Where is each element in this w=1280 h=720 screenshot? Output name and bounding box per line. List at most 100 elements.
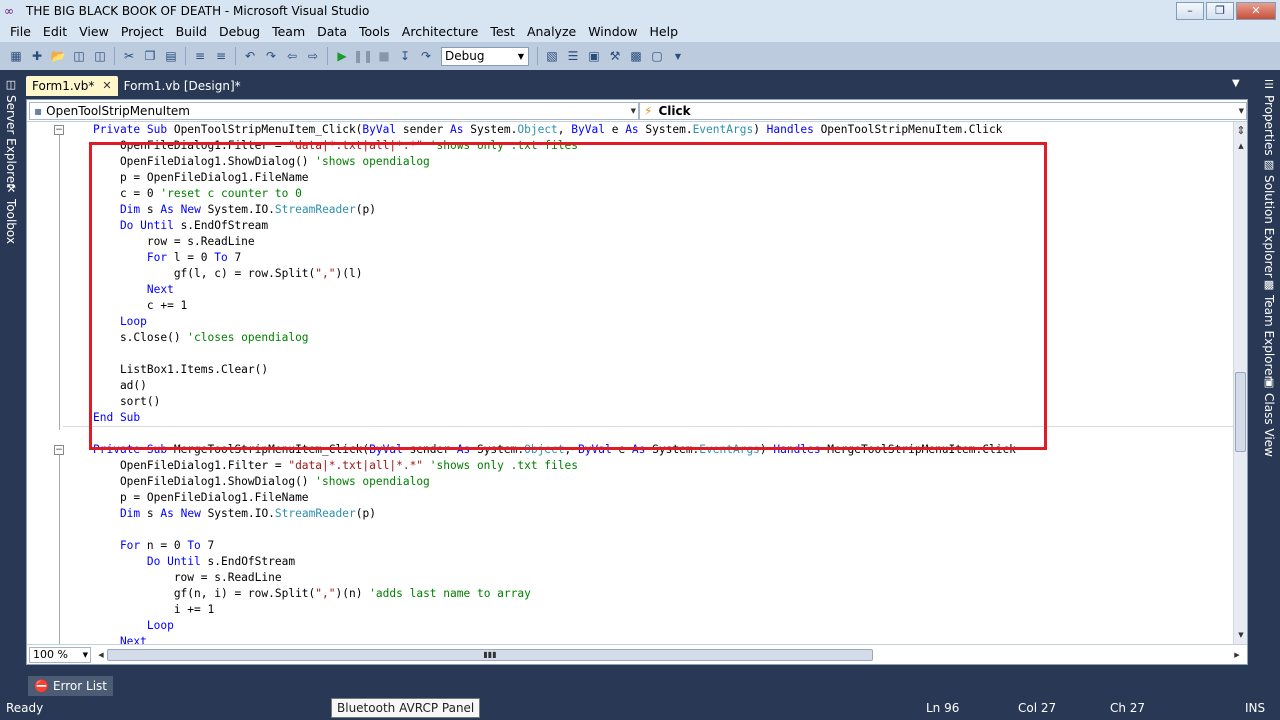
redo-icon[interactable]: ↷ — [261, 46, 281, 66]
menu-window[interactable]: Window — [582, 22, 643, 42]
horizontal-scrollbar[interactable]: ◀ ▮▮▮ ▶ — [95, 648, 1245, 662]
vertical-scrollbar[interactable]: ⇕ ▲ ▼ — [1233, 122, 1247, 644]
menu-architecture[interactable]: Architecture — [396, 22, 485, 42]
menu-data[interactable]: Data — [311, 22, 353, 42]
scroll-thumb[interactable]: ▮▮▮ — [107, 649, 873, 661]
menu-team[interactable]: Team — [266, 22, 311, 42]
toolbox-icon[interactable]: ⚒ — [605, 46, 625, 66]
step-into-icon[interactable]: ↧ — [395, 46, 415, 66]
pause-icon[interactable]: ❚❚ — [353, 46, 373, 66]
code-token: , — [557, 123, 572, 136]
configuration-value: Debug — [445, 48, 485, 63]
solution-explorer-icon[interactable]: ▧ — [542, 46, 562, 66]
title-bar: ∞ THE BIG BLACK BOOK OF DEATH - Microsof… — [0, 0, 1280, 22]
object-dropdown[interactable]: ▪ OpenToolStripMenuItem ▼ — [29, 102, 639, 120]
error-list-icon: ⛔ — [34, 679, 49, 693]
server-explorer-tab[interactable]: ◫ Server Explorer — [2, 78, 20, 188]
menu-tools[interactable]: Tools — [353, 22, 396, 42]
scroll-right-icon[interactable]: ▶ — [1231, 648, 1243, 662]
error-list-tab[interactable]: ⛔ Error List — [28, 676, 113, 696]
code-token: 'shows opendialog — [315, 475, 430, 488]
configuration-select[interactable]: Debug ▼ — [441, 46, 529, 66]
toolbox-tab[interactable]: ⚒ Toolbox — [2, 182, 20, 244]
code-token: As — [625, 123, 639, 136]
zoom-select[interactable]: 100 % ▼ — [29, 647, 91, 663]
menu-build[interactable]: Build — [170, 22, 213, 42]
menu-view[interactable]: View — [73, 22, 115, 42]
code-line: row = s.ReadLine — [93, 570, 282, 586]
stop-icon[interactable]: ■ — [374, 46, 394, 66]
copy-icon[interactable]: ❐ — [140, 46, 160, 66]
start-debug-icon[interactable]: ▶ — [332, 46, 352, 66]
object-name: OpenToolStripMenuItem — [46, 104, 190, 118]
tooltip: Bluetooth AVRCP Panel — [331, 698, 481, 718]
menu-help[interactable]: Help — [644, 22, 685, 42]
close-button[interactable]: ✕ — [1236, 2, 1276, 20]
navigate-forward-icon[interactable]: ⇨ — [303, 46, 323, 66]
toolbox-icon: ⚒ — [4, 182, 18, 195]
menu-test[interactable]: Test — [484, 22, 521, 42]
solution-explorer-tab[interactable]: ▧ Solution Explorer — [1260, 158, 1278, 278]
navigate-back-icon[interactable]: ⇦ — [282, 46, 302, 66]
command-window-icon[interactable]: ▢ — [647, 46, 667, 66]
tab-form1-vb[interactable]: Form1.vb* ✕ — [26, 76, 118, 96]
code-token: OpenFileDialog1.Filter = — [93, 459, 289, 472]
scroll-down-icon[interactable]: ▼ — [1235, 629, 1247, 642]
save-icon[interactable]: ◫ — [69, 46, 89, 66]
paste-icon[interactable]: ▤ — [161, 46, 181, 66]
member-dropdown[interactable]: ⚡ Click ▼ — [639, 102, 1247, 120]
server-explorer-icon: ◫ — [4, 78, 18, 91]
code-token: "," — [315, 587, 336, 600]
properties-tab[interactable]: ☰ Properties — [1260, 78, 1278, 156]
code-token: gf(n, i) = row.Split( — [93, 587, 316, 600]
menu-debug[interactable]: Debug — [213, 22, 266, 42]
code-token: row = s.ReadLine — [93, 571, 282, 584]
code-token: 'adds last name to array — [369, 587, 531, 600]
code-line: p = OpenFileDialog1.FileName — [93, 490, 309, 506]
team-explorer-tab[interactable]: ▩ Team Explorer — [1260, 278, 1278, 381]
save-all-icon[interactable]: ◫ — [90, 46, 110, 66]
extension-manager-icon[interactable]: ▩ — [626, 46, 646, 66]
comment-icon[interactable]: ≡ — [190, 46, 210, 66]
properties-icon: ☰ — [1262, 78, 1276, 91]
menu-project[interactable]: Project — [115, 22, 170, 42]
zoom-value: 100 % — [33, 648, 68, 661]
menu-file[interactable]: File — [4, 22, 37, 42]
code-token: System. — [463, 123, 518, 136]
tab-form1-design[interactable]: Form1.vb [Design]* — [118, 76, 247, 96]
code-token: ByVal — [571, 123, 605, 136]
collapse-toggle[interactable]: − — [54, 125, 64, 135]
scroll-thumb[interactable] — [1235, 372, 1246, 452]
new-project-icon[interactable]: ▦ — [6, 46, 26, 66]
splitter-icon[interactable]: ⇕ — [1235, 124, 1247, 138]
member-name: Click — [658, 104, 691, 118]
undo-icon[interactable]: ↶ — [240, 46, 260, 66]
team-explorer-icon: ▩ — [1262, 278, 1276, 291]
left-tool-strip: ◫ Server Explorer ⚒ Toolbox — [0, 72, 22, 672]
editor-footer: 100 % ▼ ◀ ▮▮▮ ▶ — [27, 644, 1247, 664]
add-item-icon[interactable]: ✚ — [27, 46, 47, 66]
step-over-icon[interactable]: ↷ — [416, 46, 436, 66]
properties-icon[interactable]: ☰ — [563, 46, 583, 66]
menu-edit[interactable]: Edit — [37, 22, 73, 42]
code-line: OpenFileDialog1.ShowDialog() 'shows open… — [93, 474, 430, 490]
cut-icon[interactable]: ✂ — [119, 46, 139, 66]
toolbar-overflow-icon[interactable]: ▼ — [668, 46, 688, 66]
event-lightning-icon: ⚡ — [644, 104, 653, 118]
maximize-button[interactable]: ❐ — [1206, 2, 1234, 20]
open-file-icon[interactable]: 📂 — [48, 46, 68, 66]
tab-list-chevron-down-icon[interactable]: ▼ — [1232, 78, 1240, 89]
object-browser-icon[interactable]: ▣ — [584, 46, 604, 66]
menu-analyze[interactable]: Analyze — [521, 22, 582, 42]
code-line: i += 1 — [93, 602, 214, 618]
scroll-up-icon[interactable]: ▲ — [1235, 140, 1247, 153]
uncomment-icon[interactable]: ≡ — [211, 46, 231, 66]
scroll-left-icon[interactable]: ◀ — [95, 648, 107, 662]
class-view-tab[interactable]: ▣ Class View — [1260, 376, 1278, 457]
close-icon[interactable]: ✕ — [102, 76, 111, 96]
code-text-area[interactable]: − − Private Sub OpenToolStripMenuItem_Cl… — [27, 122, 1235, 644]
chevron-down-icon: ▼ — [630, 107, 636, 115]
minimize-button[interactable]: – — [1176, 2, 1204, 20]
collapse-toggle[interactable]: − — [54, 445, 64, 455]
